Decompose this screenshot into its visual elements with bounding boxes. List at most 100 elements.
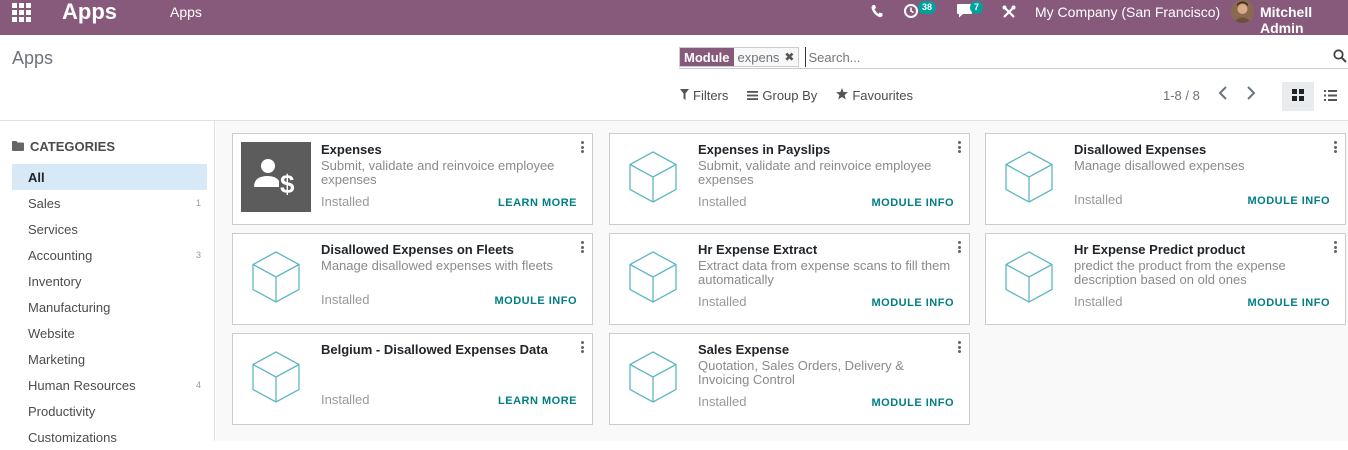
category-label: Accounting bbox=[28, 247, 93, 263]
facet-value: expens bbox=[737, 49, 780, 65]
breadcrumb: Apps bbox=[12, 48, 54, 68]
pager-previous-icon[interactable] bbox=[1218, 86, 1228, 105]
app-title: Belgium - Disallowed Expenses Data bbox=[321, 342, 548, 357]
phone-icon[interactable] bbox=[871, 4, 883, 18]
app-card[interactable]: Disallowed Expenses Manage disallowed exp… bbox=[985, 133, 1346, 225]
messages-count-badge: 7 bbox=[970, 1, 984, 14]
app-card[interactable]: Disallowed Expenses on Fleets Manage disa… bbox=[232, 233, 593, 325]
app-description: Submit, validate and reinvoice employee … bbox=[698, 158, 932, 187]
folder-icon bbox=[12, 139, 24, 154]
app-title: Expenses bbox=[321, 142, 382, 157]
categories-panel: CATEGORIES All Sales 1 Services Accounting 3 I… bbox=[0, 121, 215, 445]
pager-value[interactable]: 1-8 / 8 bbox=[1163, 88, 1200, 103]
filters-button[interactable]: Filters bbox=[680, 88, 728, 103]
app-action-button[interactable]: MODULE INFO bbox=[1248, 297, 1331, 309]
category-label: Sales bbox=[28, 195, 61, 211]
app-card[interactable]: $ Expenses Submit, validate and reinvoice … bbox=[232, 133, 593, 225]
app-action-button[interactable]: MODULE INFO bbox=[872, 197, 955, 209]
app-description: Quotation, Sales Orders, Delivery & Invo… bbox=[698, 358, 904, 387]
user-avatar[interactable] bbox=[1231, 0, 1254, 23]
card-menu-icon[interactable] bbox=[1333, 141, 1337, 153]
kanban-view-button[interactable] bbox=[1282, 82, 1314, 111]
list-view-button[interactable] bbox=[1314, 82, 1346, 111]
category-item[interactable]: All bbox=[12, 164, 207, 190]
apps-grid-icon[interactable] bbox=[12, 3, 32, 23]
category-item[interactable]: Marketing bbox=[12, 346, 207, 372]
facet-remove-icon[interactable]: ✖ bbox=[784, 50, 794, 64]
top-navbar: Apps Apps 38 7 My Company (San Francisco… bbox=[0, 0, 1348, 36]
group-by-button[interactable]: Group By bbox=[747, 88, 817, 103]
category-item[interactable]: Accounting 3 bbox=[12, 242, 207, 268]
group-by-label: Group By bbox=[762, 88, 818, 103]
app-action-button[interactable]: MODULE INFO bbox=[495, 295, 578, 307]
app-status: Installed bbox=[1074, 294, 1123, 309]
category-item[interactable]: Human Resources 4 bbox=[12, 372, 207, 398]
search-input[interactable] bbox=[805, 47, 1306, 67]
app-status: Installed bbox=[321, 194, 370, 209]
card-menu-icon[interactable] bbox=[957, 341, 961, 353]
app-title: Hr Expense Predict product bbox=[1074, 242, 1246, 257]
nav-menu-apps[interactable]: Apps bbox=[170, 4, 202, 20]
category-item[interactable]: Customizations bbox=[12, 424, 207, 450]
app-status: Installed bbox=[698, 194, 747, 209]
category-item[interactable]: Sales 1 bbox=[12, 190, 207, 216]
card-menu-icon[interactable] bbox=[580, 341, 584, 353]
activity-count-badge: 38 bbox=[918, 1, 937, 14]
category-label: All bbox=[28, 169, 45, 185]
favourites-label: Favourites bbox=[852, 88, 914, 103]
category-item[interactable]: Services bbox=[12, 216, 207, 242]
activity-clock-icon[interactable] bbox=[903, 3, 919, 19]
filter-icon bbox=[680, 88, 689, 103]
app-action-button[interactable]: MODULE INFO bbox=[872, 397, 955, 409]
category-item[interactable]: Manufacturing bbox=[12, 294, 207, 320]
app-action-button[interactable]: LEARN MORE bbox=[498, 197, 577, 209]
search-facet: Module expens ✖ bbox=[679, 47, 800, 67]
app-action-button[interactable]: LEARN MORE bbox=[498, 395, 577, 407]
app-description: Submit, validate and reinvoice employee … bbox=[321, 158, 555, 187]
pager-next-icon[interactable] bbox=[1246, 86, 1256, 105]
app-status: Installed bbox=[321, 392, 370, 407]
card-menu-icon[interactable] bbox=[957, 141, 961, 153]
category-item[interactable]: Website bbox=[12, 320, 207, 346]
app-title: Sales Expense bbox=[698, 342, 790, 357]
kanban-area: $ Expenses Submit, validate and reinvoice … bbox=[216, 121, 1348, 441]
user-menu[interactable]: Mitchell Admin bbox=[1260, 4, 1348, 36]
category-count: 1 bbox=[195, 198, 201, 208]
svg-text:$: $ bbox=[280, 169, 295, 197]
card-menu-icon[interactable] bbox=[957, 241, 961, 253]
category-item[interactable]: Productivity bbox=[12, 398, 207, 424]
category-label: Services bbox=[28, 221, 78, 237]
app-brand-title[interactable]: Apps bbox=[62, 0, 117, 24]
filters-label: Filters bbox=[693, 88, 729, 103]
category-label: Manufacturing bbox=[28, 299, 111, 315]
app-card[interactable]: Belgium - Disallowed Expenses Data Instal… bbox=[232, 333, 593, 425]
app-action-button[interactable]: MODULE INFO bbox=[1248, 195, 1331, 207]
debug-tools-icon[interactable] bbox=[1002, 5, 1016, 19]
card-menu-icon[interactable] bbox=[580, 241, 584, 253]
app-card[interactable]: Hr Expense Predict product predict the pr… bbox=[985, 233, 1346, 325]
app-title: Disallowed Expenses on Fleets bbox=[321, 242, 514, 257]
module-cube-icon bbox=[241, 342, 311, 412]
category-list: All Sales 1 Services Accounting 3 Inventory Man… bbox=[12, 164, 207, 450]
category-label: Human Resources bbox=[28, 377, 136, 393]
category-count: 3 bbox=[195, 250, 201, 260]
control-panel: Apps Module expens ✖ Filters Group By Fa… bbox=[0, 35, 1348, 121]
category-label: Marketing bbox=[28, 351, 86, 367]
app-action-button[interactable]: MODULE INFO bbox=[872, 297, 955, 309]
category-count: 4 bbox=[195, 380, 201, 390]
app-card[interactable]: Sales Expense Quotation, Sales Orders, De… bbox=[609, 333, 970, 425]
category-item[interactable]: Inventory bbox=[12, 268, 207, 294]
module-cube-icon bbox=[618, 242, 688, 312]
card-menu-icon[interactable] bbox=[1333, 241, 1337, 253]
app-card[interactable]: Expenses in Payslips Submit, validate and… bbox=[609, 133, 970, 225]
favourites-button[interactable]: Favourites bbox=[836, 88, 913, 103]
categories-heading: CATEGORIES bbox=[30, 139, 115, 154]
app-title: Disallowed Expenses bbox=[1074, 142, 1207, 157]
category-label: Productivity bbox=[28, 403, 96, 419]
app-card[interactable]: Hr Expense Extract Extract data from expe… bbox=[609, 233, 970, 325]
search-icon[interactable] bbox=[1333, 49, 1347, 68]
card-menu-icon[interactable] bbox=[580, 141, 584, 153]
company-switcher[interactable]: My Company (San Francisco) bbox=[1035, 4, 1220, 20]
app-status: Installed bbox=[698, 294, 747, 309]
module-cube-icon bbox=[994, 242, 1064, 312]
